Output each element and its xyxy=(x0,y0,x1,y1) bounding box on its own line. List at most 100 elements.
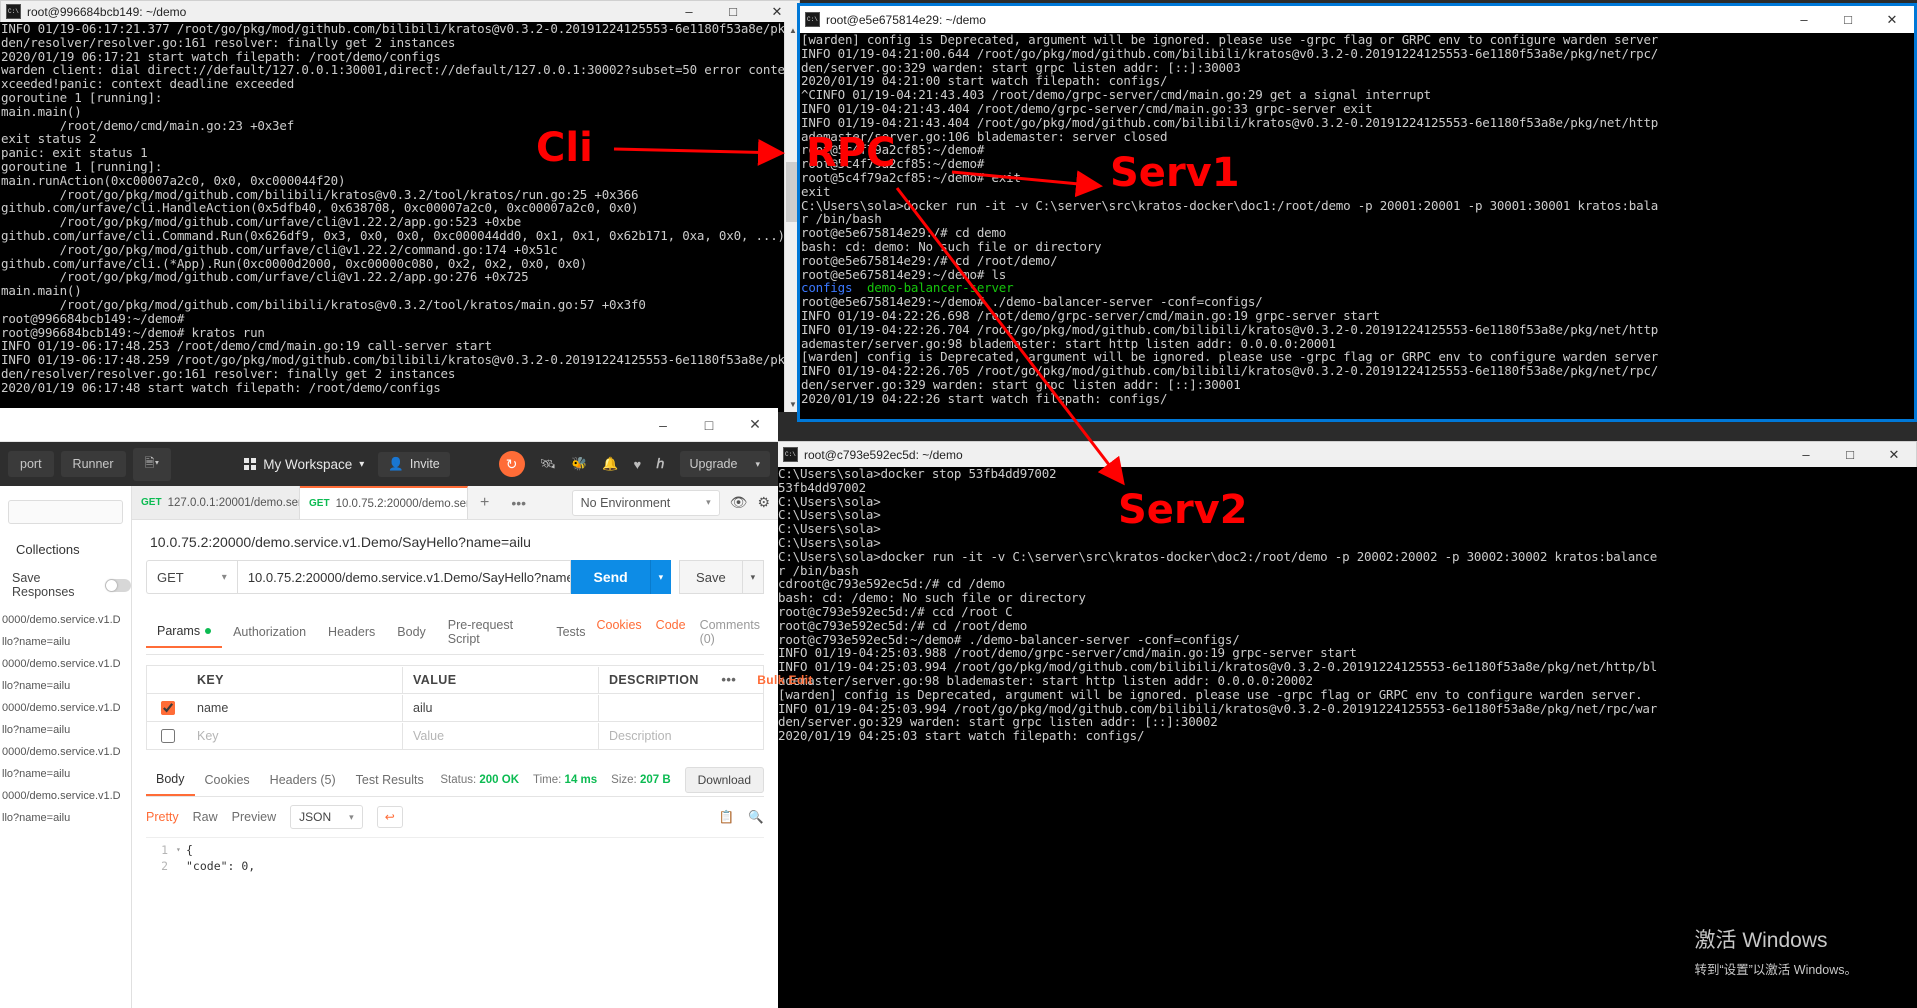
serv2-minimize-button[interactable]: – xyxy=(1784,442,1828,467)
response-view-bar[interactable]: Pretty Raw Preview JSON ▾ ↩ 📋 🔍 xyxy=(146,805,764,829)
download-button[interactable]: Download xyxy=(684,767,764,793)
bell-icon[interactable]: 🔔 xyxy=(602,456,618,472)
row-value-input[interactable]: Value xyxy=(403,722,599,749)
history-item[interactable]: llo?name=ailu xyxy=(0,675,131,697)
import-button[interactable]: port xyxy=(8,451,54,477)
cli-console-output[interactable]: INFO 01/19-06:17:21.377 /root/go/pkg/mod… xyxy=(0,22,800,412)
request-tab-body[interactable]: Body xyxy=(386,617,437,647)
tab-options-button[interactable]: ••• xyxy=(501,486,536,519)
cli-maximize-button[interactable]: □ xyxy=(711,1,755,22)
request-tab-authorization[interactable]: Authorization xyxy=(222,617,317,647)
serv1-titlebar[interactable]: root@e5e675814e29: ~/demo – □ ✕ xyxy=(797,3,1917,33)
response-tab-body[interactable]: Body xyxy=(146,764,195,796)
method-select[interactable]: GET ▾ xyxy=(146,560,237,594)
row-checkbox-cell[interactable] xyxy=(147,726,187,746)
cli-terminal-window[interactable]: root@996684bcb149: ~/demo – □ ✕ INFO 01/… xyxy=(0,0,801,412)
response-section-tabs[interactable]: Body Cookies Headers (5) Test Results Status… xyxy=(146,764,764,797)
serv2-titlebar[interactable]: root@c793e592ec5d: ~/demo – □ ✕ xyxy=(777,441,1917,467)
save-responses-toggle[interactable] xyxy=(105,578,131,592)
copy-icon[interactable]: 📋 xyxy=(719,810,735,825)
search-input[interactable] xyxy=(8,500,123,524)
serv2-terminal-window[interactable]: root@c793e592ec5d: ~/demo – □ ✕ C:\Users… xyxy=(777,441,1917,1008)
row-enabled-checkbox[interactable] xyxy=(160,728,175,743)
postman-toolbar-right[interactable]: ↻ 🛰 🐝 🔔 ♥ ℎ Upgrade ▾ xyxy=(498,451,770,477)
request-tab-headers[interactable]: Headers xyxy=(317,617,386,647)
view-pretty[interactable]: Pretty xyxy=(146,810,179,824)
heart-icon[interactable]: ♥ xyxy=(634,457,642,472)
bulk-edit-link[interactable]: Bulk Edit xyxy=(749,673,819,687)
environment-select[interactable]: No Environment ▾ xyxy=(571,489,720,516)
postman-toolbar[interactable]: port Runner 🗎▾ My Workspace ▾ 👤 Invite ↻… xyxy=(0,442,778,486)
postman-close-button[interactable]: ✕ xyxy=(732,408,778,442)
runner-button[interactable]: Runner xyxy=(60,451,126,477)
request-tab[interactable]: GET 127.0.0.1:20001/demo.servic xyxy=(132,486,300,519)
history-item[interactable]: 0000/demo.service.v1.D xyxy=(0,697,131,719)
serv1-minimize-button[interactable]: – xyxy=(1782,6,1826,33)
save-responses-row[interactable]: Save Responses xyxy=(0,565,131,609)
row-description-input[interactable] xyxy=(599,702,763,714)
history-item[interactable]: 0000/demo.service.v1.D xyxy=(0,785,131,807)
history-item[interactable]: llo?name=ailu xyxy=(0,719,131,741)
send-button[interactable]: Send xyxy=(571,560,650,594)
cli-titlebar[interactable]: root@996684bcb149: ~/demo – □ ✕ xyxy=(0,0,800,22)
sync-icon[interactable]: ↻ xyxy=(498,451,525,477)
request-tab-bar[interactable]: GET 127.0.0.1:20001/demo.servic GET 10.0.75… xyxy=(132,486,778,520)
collections-label[interactable]: Collections xyxy=(0,534,131,565)
history-item[interactable]: 0000/demo.service.v1.D xyxy=(0,653,131,675)
params-table-row[interactable]: Key Value Description xyxy=(147,722,763,750)
response-tab-headers-5-[interactable]: Headers (5) xyxy=(260,765,346,795)
request-tab-tests[interactable]: Tests xyxy=(545,617,596,647)
request-tab-pre-request-script[interactable]: Pre-request Script xyxy=(437,610,546,654)
cookies-link[interactable]: Cookies xyxy=(597,618,642,646)
row-value-input[interactable]: ailu xyxy=(403,694,599,721)
serv1-terminal-window[interactable]: root@e5e675814e29: ~/demo – □ ✕ [warden]… xyxy=(797,3,1917,433)
comments--link[interactable]: Comments (0) xyxy=(700,618,760,646)
row-enabled-checkbox[interactable] xyxy=(160,700,175,715)
code-link[interactable]: Code xyxy=(656,618,686,646)
workspace-selector[interactable]: My Workspace ▾ xyxy=(244,457,364,472)
request-tab[interactable]: GET 10.0.75.2:20000/demo.servic xyxy=(300,486,468,519)
invite-button[interactable]: 👤 Invite xyxy=(378,451,450,477)
hash-icon[interactable]: ℎ xyxy=(656,456,664,472)
serv2-maximize-button[interactable]: □ xyxy=(1828,442,1872,467)
serv1-close-button[interactable]: ✕ xyxy=(1870,6,1914,33)
postman-maximize-button[interactable]: □ xyxy=(686,408,732,442)
history-item[interactable]: 0000/demo.service.v1.D xyxy=(0,741,131,763)
bug-icon[interactable]: 🐝 xyxy=(571,456,587,472)
history-item[interactable]: 0000/demo.service.v1.D xyxy=(0,609,131,631)
history-item[interactable]: llo?name=ailu xyxy=(0,631,131,653)
cli-close-button[interactable]: ✕ xyxy=(755,1,799,22)
response-tab-test-results[interactable]: Test Results xyxy=(346,765,434,795)
history-item[interactable]: llo?name=ailu xyxy=(0,807,131,829)
serv2-close-button[interactable]: ✕ xyxy=(1872,442,1916,467)
add-tab-button[interactable]: + xyxy=(468,486,501,519)
send-options-caret[interactable]: ▾ xyxy=(649,560,672,594)
postman-window[interactable]: – □ ✕ port Runner 🗎▾ My Workspace ▾ 👤 In… xyxy=(0,408,812,1008)
url-input[interactable]: 10.0.75.2:20000/demo.service.v1.Demo/Say… xyxy=(236,560,572,594)
cli-minimize-button[interactable]: – xyxy=(667,1,711,22)
save-button[interactable]: Save xyxy=(679,560,743,594)
search-icon[interactable]: 🔍 xyxy=(748,810,764,825)
params-more-button[interactable]: ••• xyxy=(709,672,749,687)
history-item[interactable]: llo?name=ailu xyxy=(0,763,131,785)
url-bar[interactable]: GET ▾ 10.0.75.2:20000/demo.service.v1.De… xyxy=(132,560,778,594)
response-body-code[interactable]: 1 ▾{2 "code": 0, xyxy=(146,837,764,1008)
request-section-tabs[interactable]: Params Authorization Headers Body Pre-reques… xyxy=(146,610,764,655)
postman-minimize-button[interactable]: – xyxy=(640,408,686,442)
response-tab-cookies[interactable]: Cookies xyxy=(195,765,260,795)
response-format-select[interactable]: JSON ▾ xyxy=(290,805,363,829)
postman-titlebar[interactable]: – □ ✕ xyxy=(0,408,778,442)
row-key-input[interactable]: Key xyxy=(187,722,403,749)
params-table[interactable]: KEY VALUE DESCRIPTION ••• Bulk Edit name ailu K… xyxy=(146,665,812,750)
row-checkbox-cell[interactable] xyxy=(147,698,187,718)
response-actions[interactable]: 📋 🔍 xyxy=(719,810,764,825)
postman-sidebar[interactable]: Collections Save Responses 0000/demo.ser… xyxy=(0,486,132,1008)
view-raw[interactable]: Raw xyxy=(193,810,218,824)
row-description-input[interactable]: Description xyxy=(599,723,763,749)
request-tabs-right[interactable]: Cookies Code Comments (0) xyxy=(597,618,765,646)
upgrade-button[interactable]: Upgrade ▾ xyxy=(679,451,770,477)
fold-toggle-icon[interactable] xyxy=(176,858,186,874)
new-button[interactable]: 🗎▾ xyxy=(132,447,172,481)
serv1-maximize-button[interactable]: □ xyxy=(1826,6,1870,33)
environment-bar[interactable]: No Environment ▾ 👁 ⚙ xyxy=(564,486,778,519)
